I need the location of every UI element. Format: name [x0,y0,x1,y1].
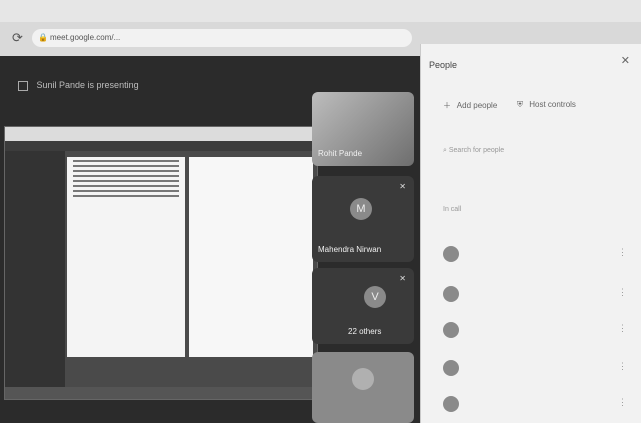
host-controls-button[interactable]: ⛨ Host controls [517,100,576,110]
url-text: meet.google.com/... [50,33,121,42]
search-input[interactable]: ⌕ Search for people [443,144,613,158]
list-item[interactable]: ⋮ [443,284,633,306]
presenting-label: Sunil Pande is presenting [18,80,139,91]
shared-browser-topbar [5,127,317,141]
mic-off-icon: ✕ [399,274,406,283]
more-vert-icon[interactable]: ⋮ [618,287,627,298]
participant-name: Rohit Pande [318,149,363,158]
shared-taskbar [5,387,317,399]
avatar [352,368,374,390]
shared-sidebar [5,151,65,387]
participant-tile[interactable] [312,352,414,423]
list-item[interactable]: ⋮ [443,320,633,342]
doc-line [73,180,179,182]
close-icon[interactable]: ✕ [621,54,630,67]
doc-line [73,185,179,187]
more-vert-icon[interactable]: ⋮ [618,247,627,258]
shield-icon: ⛨ [517,100,523,109]
avatar: V [364,286,386,308]
search-placeholder: Search for people [448,147,505,154]
avatar: M [350,198,372,220]
participant-tile[interactable]: ✕ M Mahendra Nirwan [312,176,414,262]
shared-toolbar [5,141,317,151]
more-vert-icon[interactable]: ⋮ [618,397,627,408]
doc-line [73,190,179,192]
in-call-section[interactable]: In call [443,206,623,213]
avatar [443,322,459,338]
list-item[interactable]: ⋮ [443,358,633,380]
meet-window: ⟳ 🔒 meet.google.com/... Sunil Pande is p… [0,0,641,423]
doc-line [73,195,179,197]
mic-off-icon: ✕ [399,182,406,191]
people-panel: People ✕ ＋ Add people ⛨ Host controls ⌕ … [420,44,641,423]
doc-line [73,165,179,167]
meeting-stage: Sunil Pande is presenting Rohit Pande ✕ … [0,56,420,423]
reload-icon[interactable]: ⟳ [12,31,26,45]
participant-tile[interactable]: ✕ V 22 others [312,268,414,344]
present-screen-icon [18,80,28,91]
add-people-button[interactable]: ＋ Add people [443,100,497,111]
more-vert-icon[interactable]: ⋮ [618,323,627,334]
shared-screen [4,126,318,400]
add-person-icon: ＋ [443,101,451,110]
panel-title: People [429,60,458,70]
doc-line [73,170,179,172]
participant-name: 22 others [348,327,382,336]
shared-document-right [189,157,313,357]
participant-tile-video[interactable]: Rohit Pande [312,92,414,166]
list-item[interactable]: ⋮ [443,394,633,416]
list-item[interactable]: ⋮ [443,244,633,266]
more-vert-icon[interactable]: ⋮ [618,361,627,372]
add-people-label: Add people [456,101,498,110]
host-controls-label: Host controls [529,100,576,109]
participant-name: Mahendra Nirwan [318,245,382,254]
presenting-text: Sunil Pande is presenting [36,80,139,90]
section-label: In call [443,206,462,213]
avatar [443,396,459,412]
lock-icon: 🔒 [38,33,48,42]
doc-line [73,160,179,162]
avatar [443,360,459,376]
avatar [443,286,459,302]
shared-document-left [67,157,185,357]
top-shadow [0,0,641,22]
avatar [443,246,459,262]
url-bar[interactable]: 🔒 meet.google.com/... [32,29,412,47]
doc-line [73,175,179,177]
